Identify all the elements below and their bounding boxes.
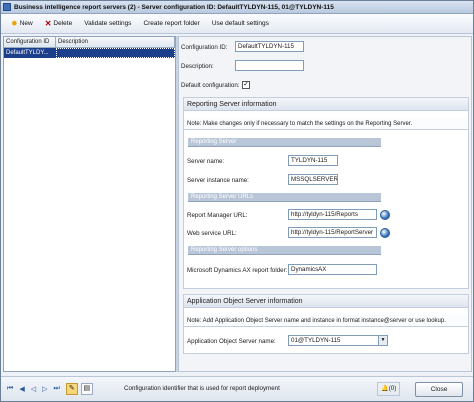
use-default-settings-button[interactable]: Use default settings (208, 17, 273, 31)
app-icon (3, 3, 11, 11)
server-name-label: Server name: (187, 158, 225, 165)
create-report-folder-label: Create report folder (143, 20, 200, 27)
column-header-configuration-id[interactable]: Configuration ID (4, 37, 56, 47)
cell-configuration-id[interactable]: DefaultTYLDY... (4, 48, 56, 58)
grid-header: Configuration ID Description (4, 37, 175, 48)
create-report-folder-button[interactable]: Create report folder (139, 17, 203, 31)
document-handling-icon[interactable]: ▤ (80, 383, 93, 395)
column-header-description[interactable]: Description (56, 37, 175, 47)
config-id-row: Configuration ID: (181, 44, 227, 51)
table-row[interactable]: DefaultTYLDY... (4, 48, 175, 58)
reporting-server-section: Reporting Server information Note: Make … (183, 97, 469, 289)
reporting-server-section-header[interactable]: Reporting Server information (184, 98, 468, 111)
bell-icon: 🔔 (381, 385, 389, 392)
web-service-url-label: Web service URL: (187, 230, 237, 237)
title-bar: Business intelligence report servers (2)… (1, 1, 473, 14)
group-reporting-server-urls: Reporting Server URLs (188, 193, 381, 202)
description-label: Description: (181, 63, 214, 70)
default-config-label: Default configuration: (181, 82, 240, 89)
aos-section-header[interactable]: Application Object Server information (184, 295, 468, 308)
delete-button-label: Delete (53, 20, 73, 27)
delete-icon: ✕ (44, 19, 52, 28)
report-manager-url-lookup-icon[interactable] (380, 210, 390, 220)
first-record-icon[interactable]: ⏮ (7, 385, 13, 393)
delete-button[interactable]: ✕ Delete (41, 17, 77, 31)
new-icon: ✸ (11, 19, 18, 28)
previous-record-icon[interactable]: ◁ (31, 385, 36, 393)
description-row: Description: (181, 63, 214, 70)
close-button[interactable]: Close (415, 382, 463, 397)
aos-name-combobox[interactable]: 01@TYLDYN-115 ▼ (288, 335, 388, 346)
group-reporting-server-options: Reporting Server options (188, 246, 381, 255)
report-manager-url-label: Report Manager URL: (187, 212, 248, 219)
notification-badge[interactable]: 🔔(0) (377, 382, 401, 396)
aos-section: Application Object Server information No… (183, 294, 469, 354)
aos-name-label: Application Object Server name: (187, 338, 276, 345)
status-bar: ⏮ ◀ ◁ ▷ ⏭ ✎ ▤ Configuration identifier t… (1, 376, 473, 401)
last-record-icon[interactable]: ⏭ (53, 385, 59, 393)
report-folder-input[interactable]: DynamicsAX (288, 264, 377, 275)
chevron-down-icon[interactable]: ▼ (378, 336, 387, 345)
use-default-settings-label: Use default settings (211, 20, 269, 27)
action-toolbar: ✸ New ✕ Delete Validate settings Create … (1, 14, 473, 34)
default-config-row: Default configuration: (181, 82, 239, 89)
group-reporting-server: Reporting Server (188, 138, 381, 147)
previous-page-icon[interactable]: ◀ (19, 385, 24, 393)
report-folder-label: Microsoft Dynamics AX report folder: (187, 267, 288, 274)
edit-mode-icon[interactable]: ✎ (65, 383, 78, 395)
configuration-grid: Configuration ID Description DefaultTYLD… (3, 36, 176, 372)
config-id-label: Configuration ID: (181, 44, 228, 51)
report-manager-url-input[interactable]: http://tyldyn-115/Reports (288, 209, 377, 220)
server-instance-label: Server instance name: (187, 177, 249, 184)
web-service-url-input[interactable]: http://tyldyn-115/ReportServer (288, 227, 377, 238)
config-id-input[interactable]: DefaultTYLDYN-115 (235, 41, 304, 52)
cell-description[interactable] (56, 48, 175, 58)
status-help-text: Configuration identifier that is used fo… (124, 385, 280, 392)
window-title: Business intelligence report servers (2)… (14, 3, 334, 11)
server-instance-input[interactable]: MSSQLSERVER (288, 174, 338, 185)
notification-count: (0) (388, 385, 397, 392)
new-button-label: New (19, 20, 33, 27)
aos-name-value: 01@TYLDYN-115 (291, 337, 341, 344)
web-service-url-lookup-icon[interactable] (380, 228, 390, 238)
validate-settings-button[interactable]: Validate settings (80, 17, 135, 31)
reporting-server-note: Note: Make changes only if necessary to … (184, 118, 468, 130)
description-input[interactable] (235, 60, 304, 71)
validate-settings-label: Validate settings (84, 20, 132, 27)
detail-form: Configuration ID: DefaultTYLDYN-115 Desc… (178, 36, 472, 372)
application-window: Business intelligence report servers (2)… (0, 0, 474, 402)
next-record-icon[interactable]: ▷ (42, 385, 47, 393)
server-name-input[interactable]: TYLDYN-115 (288, 155, 338, 166)
new-button[interactable]: ✸ New (7, 17, 37, 31)
default-config-checkbox[interactable]: ✓ (242, 81, 250, 89)
aos-note: Note: Add Application Object Server name… (184, 315, 468, 327)
